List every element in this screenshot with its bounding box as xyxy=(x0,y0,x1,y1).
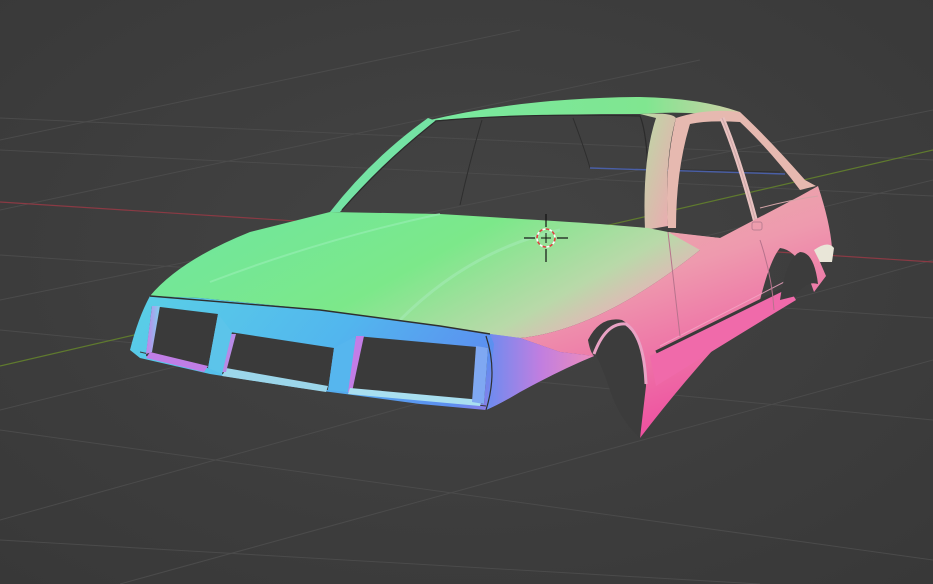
3d-viewport[interactable] xyxy=(0,0,933,584)
viewport-canvas[interactable] xyxy=(0,0,933,584)
